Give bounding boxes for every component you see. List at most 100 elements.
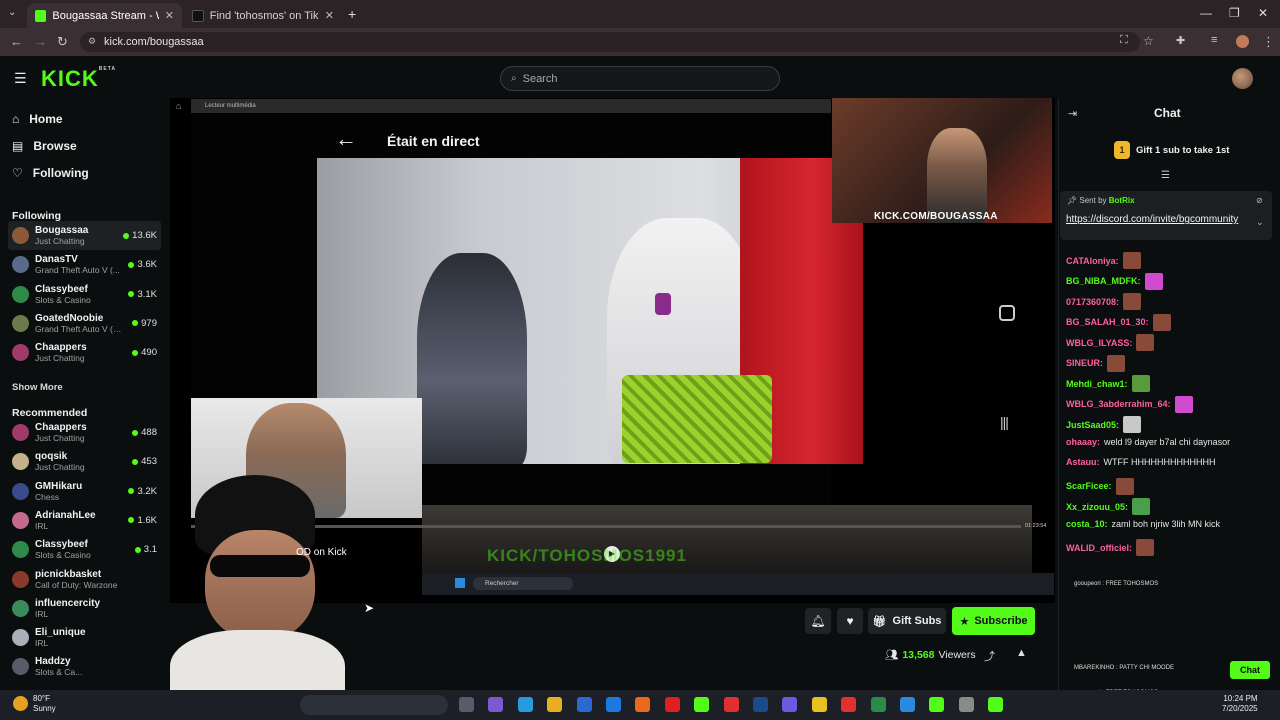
notepad-icon[interactable] — [900, 697, 915, 712]
chat-message[interactable]: 0717360708: — [1066, 293, 1271, 310]
chat-username[interactable]: SINEUR: — [1066, 358, 1103, 368]
chat-username[interactable]: CATAloniya: — [1066, 256, 1119, 266]
kick-logo[interactable]: KICKBETA — [41, 66, 116, 92]
window-close-icon[interactable]: ✕ — [1258, 6, 1268, 20]
back-icon[interactable]: ← — [10, 34, 23, 49]
chat-username[interactable]: Mehdi_chaw1: — [1066, 379, 1128, 389]
chat-message[interactable]: CATAloniya: — [1066, 252, 1271, 269]
chat-message[interactable]: costa_10: zaml boh njriw 3lih MN kick — [1066, 519, 1271, 529]
taskbar-search[interactable] — [300, 695, 448, 715]
firefox-icon[interactable] — [635, 697, 651, 712]
chat-username[interactable]: Xx_zizouu_05: — [1066, 502, 1128, 512]
task-view-icon[interactable] — [459, 697, 474, 712]
browser-menu-icon[interactable]: ⋮ — [1262, 34, 1275, 50]
youtube-icon[interactable] — [664, 697, 680, 712]
channel-item[interactable]: qoqsik Just Chatting 453 — [8, 447, 161, 476]
chat-message[interactable]: ohaaay: weld l9 dayer b7al chi daynasor — [1066, 437, 1271, 447]
app-icon[interactable] — [841, 697, 857, 712]
channel-item[interactable]: DanasTV Grand Theft Auto V (... 3.6K — [8, 250, 161, 279]
chrome-icon[interactable] — [811, 697, 827, 712]
discord-icon[interactable] — [782, 697, 798, 712]
chat-username[interactable]: WBLG_3abderrahim_64: — [1066, 399, 1171, 409]
gift-sub-banner[interactable]: 1 Gift 1 sub to take 1st — [1114, 141, 1229, 159]
channel-item[interactable]: Chaappers Just Chatting 488 — [8, 418, 161, 447]
search-input[interactable]: ⌕ Search — [500, 66, 780, 91]
chat-message[interactable]: ScarFicee: — [1066, 477, 1271, 495]
channel-item[interactable]: AdrianahLee IRL 1.6K — [8, 506, 161, 535]
channel-item[interactable]: influencercity IRL — [8, 594, 161, 623]
minimize-icon[interactable]: — — [1200, 6, 1212, 20]
settings-icon[interactable] — [958, 697, 974, 712]
chat-username[interactable]: BG_NIBA_MDFK: — [1066, 276, 1141, 286]
chat-username[interactable]: costa_10: — [1066, 519, 1108, 529]
expand-chevron-icon[interactable]: ⌄ — [1256, 217, 1264, 228]
steam-icon[interactable] — [753, 697, 768, 712]
file-explorer-icon[interactable] — [547, 697, 563, 712]
chat-username[interactable]: ScarFicee: — [1066, 481, 1112, 491]
channel-item[interactable]: Classybeef Slots & Casino 3.1 — [8, 535, 161, 564]
new-tab-icon[interactable]: + — [348, 6, 356, 22]
utorrent-icon[interactable] — [694, 697, 710, 712]
chat-username[interactable]: 0717360708: — [1066, 297, 1119, 307]
channel-item[interactable]: picnickbasket Call of Duty: Warzone — [8, 565, 161, 594]
store-icon[interactable] — [576, 697, 592, 712]
chat-username[interactable]: BG_SALAH_01_30: — [1066, 317, 1149, 327]
chat-username[interactable]: Astauu: — [1066, 457, 1100, 467]
notification-bell-button[interactable]: 🔔︎ — [805, 608, 831, 634]
gift-subs-button[interactable]: 🎁︎ Gift Subs — [868, 608, 946, 634]
share-icon[interactable]: ⤴ — [984, 648, 995, 664]
weather-widget[interactable]: 80°F Sunny — [33, 694, 56, 714]
channel-item[interactable]: Bougassaa Just Chatting 13.6K — [8, 221, 161, 250]
menu-hamburger-icon[interactable]: ☰ — [14, 70, 27, 87]
filter-icon[interactable]: ☰ — [1161, 170, 1170, 181]
chat-message[interactable]: Astauu: WTFF HHHHHHHHHHHHH — [1066, 457, 1271, 467]
chat-username[interactable]: WBLG_ILYASS: — [1066, 338, 1132, 348]
tab-bougassaa[interactable]: Bougassaa Stream - Watch Live ✕ — [27, 3, 182, 28]
profile-avatar-icon[interactable] — [1236, 35, 1249, 48]
report-icon[interactable]: ▲ — [1016, 647, 1027, 659]
address-bar[interactable]: ⚙ kick.com/bougassaa — [80, 32, 1140, 52]
kick-app-icon[interactable] — [988, 697, 1004, 712]
chat-message[interactable]: SINEUR: — [1066, 354, 1271, 372]
channel-item[interactable]: Eli_unique IRL — [8, 623, 161, 652]
chat-message[interactable]: WBLG_ILYASS: — [1066, 334, 1271, 351]
close-tab-icon[interactable]: ✕ — [165, 9, 174, 22]
subscribe-button[interactable]: ★ Subscribe — [952, 607, 1035, 635]
bookmark-star-icon[interactable]: ☆ — [1143, 34, 1154, 48]
media-control-icon[interactable]: ≡ — [1211, 34, 1217, 46]
channel-item[interactable]: Classybeef Slots & Casino 3.1K — [8, 280, 161, 309]
taskbar-clock[interactable]: 10:24 PM 7/20/2025 — [1222, 694, 1258, 714]
collapse-chat-icon[interactable]: ⇥ — [1068, 107, 1077, 120]
chat-username[interactable]: WALID_officiel: — [1066, 543, 1132, 553]
chat-message[interactable]: BG_NIBA_MDFK: — [1066, 272, 1271, 290]
follow-heart-button[interactable]: ♥ — [837, 608, 863, 634]
kick-icon[interactable] — [929, 697, 945, 712]
chat-send-button[interactable]: Chat — [1230, 661, 1270, 679]
forward-icon[interactable]: → — [34, 34, 47, 49]
close-tab-icon[interactable]: ✕ — [325, 9, 334, 22]
restore-icon[interactable]: ❐ — [1229, 6, 1240, 20]
chat-username[interactable]: JustSaad05: — [1066, 420, 1119, 430]
nav-following[interactable]: ♡ Following — [12, 166, 89, 180]
channel-item[interactable]: Haddzy Slots & Ca... — [8, 652, 161, 681]
app-icon[interactable] — [870, 697, 886, 712]
user-avatar[interactable] — [1232, 68, 1253, 89]
chat-message[interactable]: Xx_zizouu_05: — [1066, 498, 1271, 515]
channel-item[interactable]: Chaappers Just Chatting 490 — [8, 338, 161, 367]
pinned-discord-link[interactable]: https://discord.com/invite/bgcommunity — [1066, 213, 1248, 226]
channel-item[interactable]: GoatedNoobie Grand Theft Auto V (G... 979 — [8, 309, 161, 338]
nav-browse[interactable]: ▤ Browse — [12, 139, 77, 153]
translate-icon[interactable]: ⛶ — [1120, 34, 1128, 47]
tab-list-icon[interactable]: ⌄ — [8, 7, 16, 18]
tab-tiktok[interactable]: Find 'tohosmos' on TikTok | Tik ✕ — [184, 3, 342, 28]
chat-message[interactable]: WALID_officiel: — [1066, 539, 1271, 556]
site-info-icon[interactable]: ⚙ — [88, 36, 96, 47]
outlook-icon[interactable] — [606, 697, 621, 712]
teams-icon[interactable] — [488, 697, 504, 712]
unpin-icon[interactable]: ⊘ — [1256, 196, 1263, 205]
chat-username[interactable]: ohaaay: — [1066, 437, 1100, 447]
show-more-link[interactable]: Show More — [12, 382, 63, 393]
nav-home[interactable]: ⌂ Home — [12, 112, 63, 126]
chat-message[interactable]: WBLG_3abderrahim_64: — [1066, 395, 1271, 413]
edge-icon[interactable] — [517, 697, 533, 712]
